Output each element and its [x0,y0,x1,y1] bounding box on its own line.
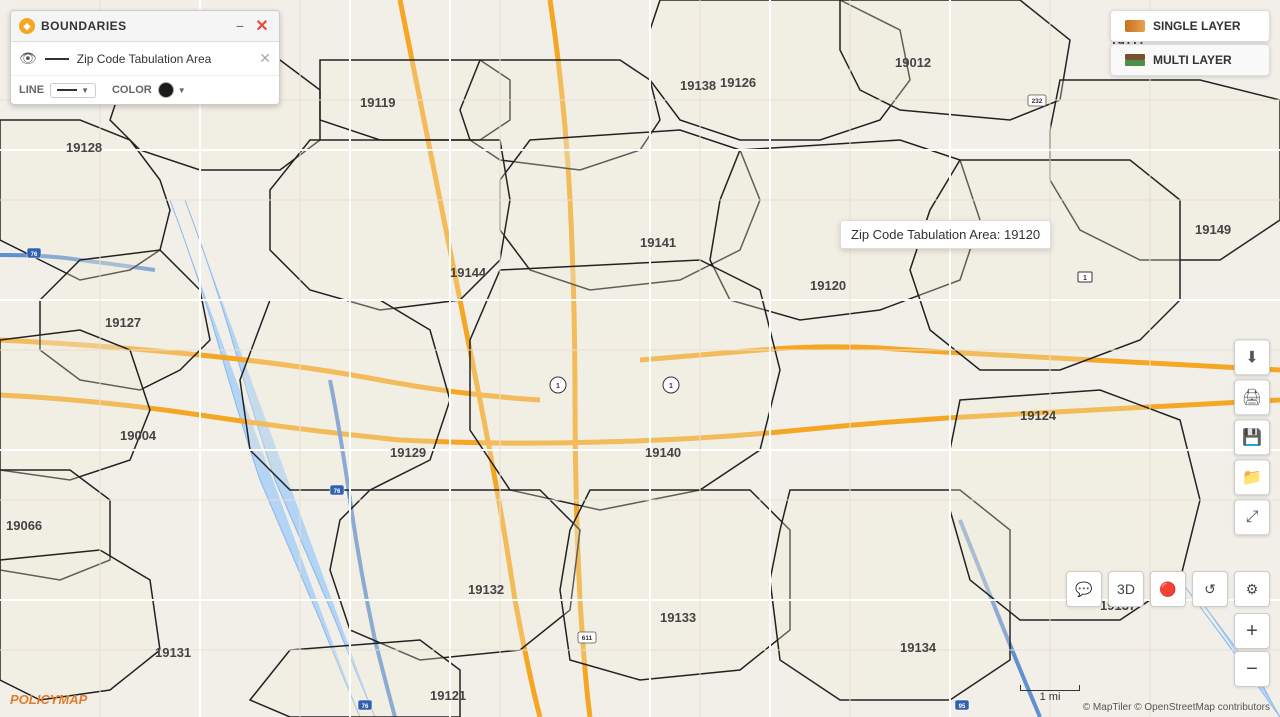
map-container: 76 76 76 1 1 1 232 611 95 19111190121913… [0,0,1280,717]
boundaries-title: BOUNDARIES [41,19,127,33]
bottom-controls: 💬 3D 🔴 ↺ ⚙ + − [1066,571,1270,687]
layer-name-label: Zip Code Tabulation Area [77,52,251,66]
settings-button[interactable]: ⚙ [1234,571,1270,607]
zoom-controls: + − [1234,613,1270,687]
layer-switcher: SINGLE LAYER MULTI LAYER [1110,10,1270,76]
controls-row: LINE ▼ COLOR ▼ [11,76,279,104]
share-button[interactable]: ⤢ [1234,499,1270,535]
svg-text:76: 76 [31,252,38,258]
svg-text:232: 232 [1032,98,1043,105]
attribution: © MapTiler © OpenStreetMap contributors [1083,702,1270,713]
line-dropdown-arrow: ▼ [81,86,89,95]
map-nav: 💬 3D 🔴 ↺ ⚙ [1066,571,1270,607]
policymap-logo: POLICYMAP [10,692,87,707]
line-preview [57,89,77,91]
svg-text:76: 76 [362,704,369,710]
boundaries-icon: ◆ [19,18,35,34]
visibility-icon[interactable]: 👁 [19,50,37,67]
logo-text: POLICYMAP [10,692,87,707]
scale-bar: 1 mi [1020,685,1080,703]
color-label: COLOR [112,84,152,96]
multi-layer-button[interactable]: MULTI LAYER [1110,44,1270,76]
header-icons: − ✕ [231,17,271,35]
line-label: LINE [19,84,44,96]
line-indicator [45,58,69,60]
single-layer-icon [1125,20,1145,32]
tooltip-text: Zip Code Tabulation Area: 19120 [851,227,1040,242]
line-control-group: LINE ▼ [19,83,96,98]
boundaries-header-left: ◆ BOUNDARIES [19,18,127,34]
color-dot [158,82,174,98]
svg-text:76: 76 [334,489,341,495]
svg-text:1: 1 [669,383,673,390]
single-layer-label: SINGLE LAYER [1153,19,1241,33]
zoom-out-button[interactable]: − [1234,651,1270,687]
svg-text:1: 1 [1083,275,1087,282]
minimize-button[interactable]: − [231,17,249,35]
layer-row: 👁 Zip Code Tabulation Area ✕ [11,42,279,76]
color-dropdown-arrow: ▼ [178,86,186,95]
reset-button[interactable]: ↺ [1192,571,1228,607]
svg-text:1: 1 [556,383,560,390]
scale-label: 1 mi [1040,691,1061,703]
right-toolbar: ⬇ 🖨 💾 📁 ⤢ [1234,339,1270,535]
threed-button[interactable]: 3D [1108,571,1144,607]
single-layer-button[interactable]: SINGLE LAYER [1110,10,1270,42]
comment-button[interactable]: 💬 [1066,571,1102,607]
line-dropdown[interactable]: ▼ [50,83,96,98]
close-panel-button[interactable]: ✕ [253,17,271,35]
attribution-text: © MapTiler © OpenStreetMap contributors [1083,702,1270,713]
boundaries-header: ◆ BOUNDARIES − ✕ [11,11,279,42]
compass-button[interactable]: 🔴 [1150,571,1186,607]
color-control-group: COLOR ▼ [112,82,186,98]
multi-layer-icon [1125,54,1145,66]
save-button[interactable]: 💾 [1234,419,1270,455]
color-picker[interactable]: ▼ [158,82,186,98]
zoom-in-button[interactable]: + [1234,613,1270,649]
download-button[interactable]: ⬇ [1234,339,1270,375]
svg-text:611: 611 [582,635,593,642]
boundaries-panel: ◆ BOUNDARIES − ✕ 👁 Zip Code Tabulation A… [10,10,280,105]
multi-layer-label: MULTI LAYER [1153,53,1232,67]
map-tooltip: Zip Code Tabulation Area: 19120 [840,220,1051,249]
svg-text:95: 95 [959,704,966,710]
folder-button[interactable]: 📁 [1234,459,1270,495]
remove-layer-button[interactable]: ✕ [259,50,271,67]
print-button[interactable]: 🖨 [1234,379,1270,415]
threed-label: 3D [1117,581,1135,597]
